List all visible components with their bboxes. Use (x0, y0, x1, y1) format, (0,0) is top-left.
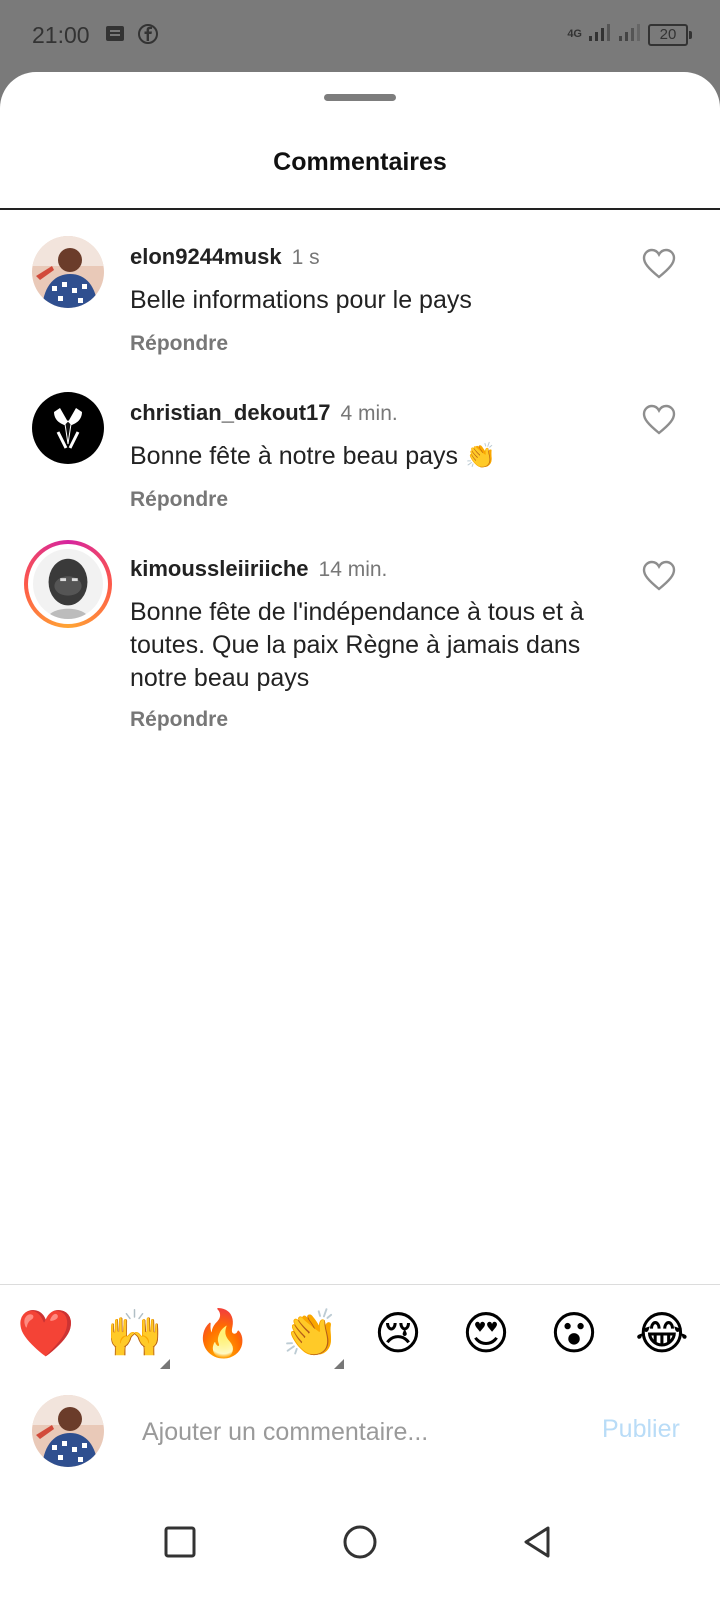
reply-button[interactable]: Répondre (130, 332, 228, 356)
comment-time: 1 s (291, 246, 320, 269)
avatar[interactable] (32, 236, 104, 308)
drag-handle[interactable] (324, 94, 396, 101)
battery-icon: 20 (648, 23, 692, 46)
comment-username[interactable]: christian_dekout17 4 min. (130, 400, 398, 426)
reply-button[interactable]: Répondre (130, 708, 228, 732)
tears-of-joy-emoji[interactable]: 😂 (634, 1305, 690, 1361)
skin-tone-indicator-icon (334, 1359, 344, 1369)
heart-icon[interactable] (642, 404, 676, 436)
skin-tone-indicator-icon (160, 1359, 170, 1369)
publish-button[interactable]: Publier (602, 1415, 680, 1444)
fire-emoji[interactable]: 🔥 (194, 1305, 251, 1361)
recent-apps-icon[interactable] (160, 1522, 200, 1562)
avatar[interactable] (33, 549, 103, 619)
quick-reactions-bar: ❤️ 🙌 🔥 👏 😢 😍 😮 😂 (0, 1284, 720, 1382)
current-user-avatar (32, 1395, 104, 1467)
comment-text: Bonne fête à notre beau pays 👏 (130, 442, 497, 470)
comment-input[interactable] (140, 1411, 564, 1453)
status-time: 21:00 (32, 22, 90, 48)
signal-icon (588, 22, 612, 47)
clapping-hands-emoji[interactable]: 👏 (282, 1305, 339, 1361)
status-right: 4G 20 (567, 22, 692, 47)
red-heart-emoji[interactable]: ❤️ (17, 1305, 74, 1361)
raising-hands-emoji[interactable]: 🙌 (106, 1305, 163, 1361)
reply-button[interactable]: Répondre (130, 488, 228, 512)
comment-text: Bonne fête de l'indépendance à tous et à… (130, 598, 584, 692)
status-bar: 21:00 4G 20 (0, 0, 720, 72)
crying-face-emoji[interactable]: 😢 (370, 1305, 426, 1361)
comment-username[interactable]: elon9244musk 1 s (130, 244, 320, 270)
home-icon[interactable] (340, 1522, 380, 1562)
signal-icon-2 (618, 22, 642, 47)
comment-time: 4 min. (340, 402, 398, 425)
sheet-title: Commentaires (273, 148, 447, 176)
network-type: 4G (567, 28, 582, 40)
heart-icon[interactable] (642, 248, 676, 280)
comment-time: 14 min. (318, 558, 388, 581)
back-icon[interactable] (518, 1522, 558, 1562)
story-ring[interactable] (24, 540, 112, 628)
comment-text: Belle informations pour le pays (130, 286, 472, 314)
story-ring-inner (28, 544, 108, 624)
comment-composer: Publier (0, 1381, 720, 1481)
heart-icon[interactable] (642, 560, 676, 592)
system-navigation-bar (0, 1482, 720, 1612)
heart-eyes-emoji[interactable]: 😍 (458, 1305, 514, 1361)
title-divider (0, 208, 720, 210)
facebook-notification-icon (137, 23, 159, 45)
avatar[interactable] (32, 392, 104, 464)
comment-username[interactable]: kimoussleiiriiche 14 min. (130, 556, 387, 582)
message-notification-icon (104, 23, 126, 45)
surprised-face-emoji[interactable]: 😮 (546, 1305, 602, 1361)
